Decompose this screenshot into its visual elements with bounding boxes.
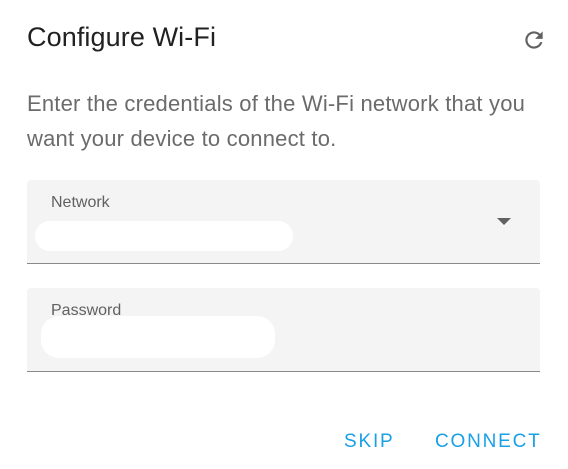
refresh-button[interactable]: [518, 26, 550, 58]
password-field[interactable]: Password: [27, 288, 540, 372]
configure-wifi-dialog: Configure Wi-Fi Enter the credentials of…: [0, 0, 568, 469]
dialog-title: Configure Wi-Fi: [27, 22, 217, 52]
connect-button[interactable]: CONNECT: [435, 431, 542, 453]
dropdown-arrow-icon[interactable]: [497, 218, 511, 225]
password-value: [41, 316, 275, 358]
network-select[interactable]: Network: [27, 180, 540, 264]
network-value: [35, 221, 293, 251]
dialog-description: Enter the credentials of the Wi-Fi netwo…: [27, 91, 526, 151]
network-label: Network: [51, 194, 110, 211]
refresh-icon: [521, 27, 547, 58]
skip-button[interactable]: SKIP: [344, 431, 395, 453]
